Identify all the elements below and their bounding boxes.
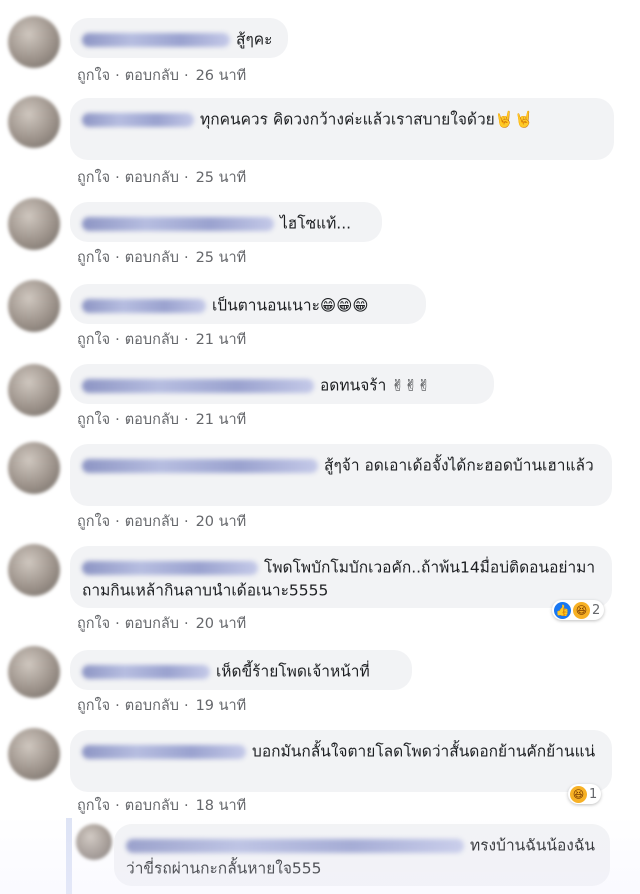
comment-bubble: ไฮโซแท้... <box>70 202 382 242</box>
comment-bubble: เป็นตานอนเนาะ😁😁😁 <box>70 284 426 324</box>
timestamp[interactable]: 25 นาที <box>196 250 247 266</box>
comment-actions: ถูกใจ · ตอบกลับ · 25 นาที <box>77 250 247 266</box>
timestamp[interactable]: 20 นาที <box>196 514 247 530</box>
like-link[interactable]: ถูกใจ <box>77 68 110 84</box>
reply-link[interactable]: ตอบกลับ <box>125 412 179 428</box>
like-link[interactable]: ถูกใจ <box>77 332 110 348</box>
comment-actions: ถูกใจ · ตอบกลับ · 21 นาที <box>77 412 247 428</box>
comment-actions: ถูกใจ · ตอบกลับ · 26 นาที <box>77 68 247 84</box>
reply-link[interactable]: ตอบกลับ <box>125 68 179 84</box>
timestamp[interactable]: 26 นาที <box>196 68 247 84</box>
commenter-name[interactable] <box>82 378 314 393</box>
haha-reaction-icon: 😆 <box>570 785 587 803</box>
like-link[interactable]: ถูกใจ <box>77 170 110 186</box>
commenter-name[interactable] <box>82 298 206 313</box>
comment-actions: ถูกใจ · ตอบกลับ · 20 นาที <box>77 514 247 530</box>
timestamp[interactable]: 21 นาที <box>196 332 247 348</box>
comment-actions: ถูกใจ · ตอบกลับ · 18 นาที <box>77 798 247 814</box>
comment-text: เห็ดขี้ร้ายโพดเจ้าหน้าที่ <box>216 662 370 681</box>
commenter-name[interactable] <box>82 744 246 759</box>
like-link[interactable]: ถูกใจ <box>77 412 110 428</box>
comment-text: ไฮโซแท้... <box>280 214 352 233</box>
like-link[interactable]: ถูกใจ <box>77 514 110 530</box>
reply-link[interactable]: ตอบกลับ <box>125 616 179 632</box>
reaction-summary[interactable]: 😆 1 <box>568 784 602 804</box>
comment-bubble: ทุกคนควร คิดวงกว้างค่ะแล้วเราสบายใจด้วย🤘… <box>70 98 614 160</box>
comment-actions: ถูกใจ · ตอบกลับ · 25 นาที <box>77 170 247 186</box>
like-link[interactable]: ถูกใจ <box>77 798 110 814</box>
reaction-summary[interactable]: 👍 😆 2 <box>552 600 605 620</box>
comment-bubble: สู้ๆคะ <box>70 18 288 58</box>
reaction-count: 1 <box>589 786 598 802</box>
reaction-count: 2 <box>592 602 601 618</box>
comment-actions: ถูกใจ · ตอบกลับ · 19 นาที <box>77 698 247 714</box>
avatar[interactable] <box>8 280 60 332</box>
avatar[interactable] <box>8 364 60 416</box>
avatar[interactable] <box>8 198 60 250</box>
comment-bubble: โพดโพบักโมบักเวอคัก..ถ้าพ้น14มื่อบ่ติดอน… <box>70 546 612 608</box>
commenter-name[interactable] <box>82 560 258 575</box>
comment-bubble: สู้ๆจ้า อดเอาเด้อจั้งได้กะฮอดบ้านเฮาแล้ว <box>70 444 612 506</box>
comment-text: สู้ๆจ้า อดเอาเด้อจั้งได้กะฮอดบ้านเฮาแล้ว <box>324 456 594 475</box>
avatar[interactable] <box>8 728 60 780</box>
comment-bubble: อดทนจร้า ✌✌✌ <box>70 364 494 404</box>
reply-link[interactable]: ตอบกลับ <box>125 250 179 266</box>
avatar[interactable] <box>8 442 60 494</box>
commenter-name[interactable] <box>82 664 210 679</box>
avatar[interactable] <box>76 824 112 860</box>
reply-link[interactable]: ตอบกลับ <box>125 332 179 348</box>
commenter-name[interactable] <box>82 216 274 231</box>
like-link[interactable]: ถูกใจ <box>77 616 110 632</box>
avatar[interactable] <box>8 544 60 596</box>
comment-bubble: ทรงบ้านฉันน้องฉันว่าขี่รถผ่านกะกลั้นหายใ… <box>114 824 610 886</box>
comment-text: บอกมันกลั้นใจตายโลดโพดว่าสั้นดอกย้านคักย… <box>252 742 596 761</box>
like-reaction-icon: 👍 <box>554 601 571 619</box>
avatar[interactable] <box>8 16 60 68</box>
comment-actions: ถูกใจ · ตอบกลับ · 20 นาที <box>77 616 247 632</box>
like-link[interactable]: ถูกใจ <box>77 250 110 266</box>
comment-text: อดทนจร้า ✌✌✌ <box>320 376 431 395</box>
haha-reaction-icon: 😆 <box>573 601 590 619</box>
commenter-name[interactable] <box>126 838 464 853</box>
timestamp[interactable]: 21 นาที <box>196 412 247 428</box>
reply-link[interactable]: ตอบกลับ <box>125 698 179 714</box>
timestamp[interactable]: 19 นาที <box>196 698 247 714</box>
avatar[interactable] <box>8 96 60 148</box>
like-link[interactable]: ถูกใจ <box>77 698 110 714</box>
avatar[interactable] <box>8 646 60 698</box>
comment-text: เป็นตานอนเนาะ😁😁😁 <box>212 296 369 315</box>
reply-thread-line <box>66 818 72 894</box>
comment-bubble: เห็ดขี้ร้ายโพดเจ้าหน้าที่ <box>70 650 412 690</box>
commenter-name[interactable] <box>82 458 318 473</box>
comment-text: สู้ๆคะ <box>236 30 273 49</box>
timestamp[interactable]: 20 นาที <box>196 616 247 632</box>
timestamp[interactable]: 25 นาที <box>196 170 247 186</box>
reply-link[interactable]: ตอบกลับ <box>125 170 179 186</box>
timestamp[interactable]: 18 นาที <box>196 798 247 814</box>
reply-link[interactable]: ตอบกลับ <box>125 798 179 814</box>
comment-actions: ถูกใจ · ตอบกลับ · 21 นาที <box>77 332 247 348</box>
comment-text: ทุกคนควร คิดวงกว้างค่ะแล้วเราสบายใจด้วย🤘… <box>200 110 534 129</box>
commenter-name[interactable] <box>82 112 194 127</box>
commenter-name[interactable] <box>82 32 230 47</box>
reply-link[interactable]: ตอบกลับ <box>125 514 179 530</box>
comment-bubble: บอกมันกลั้นใจตายโลดโพดว่าสั้นดอกย้านคักย… <box>70 730 612 792</box>
